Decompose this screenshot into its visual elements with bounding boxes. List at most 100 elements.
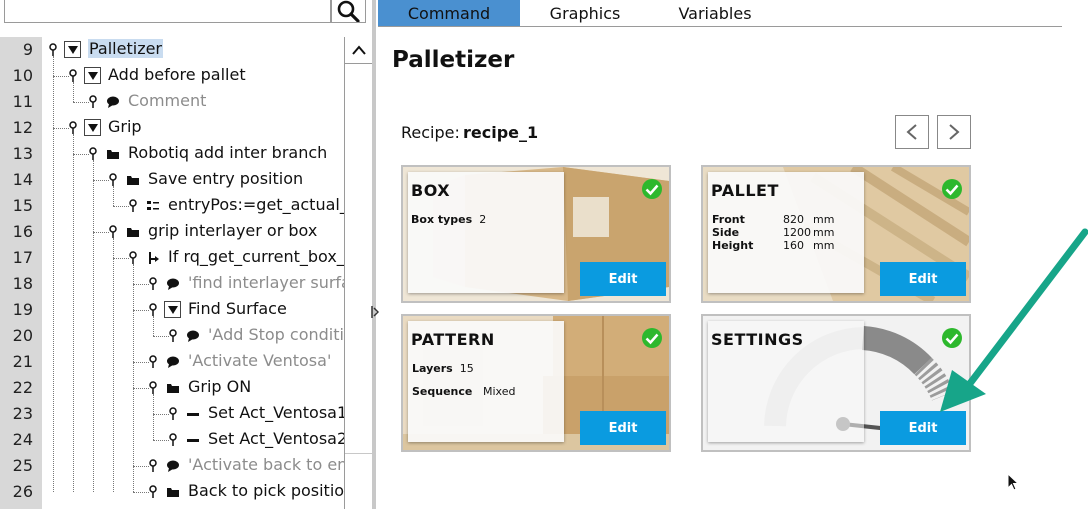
breakpoint-pin-icon[interactable] xyxy=(128,251,138,265)
box-types-prop: Box types 2 xyxy=(411,213,487,226)
pallet-front-value: 820 xyxy=(783,213,804,226)
chevron-left-icon xyxy=(906,124,917,140)
tree-connector xyxy=(133,310,149,311)
breakpoint-pin-icon[interactable] xyxy=(88,95,98,109)
annotation-arrow-icon xyxy=(940,228,1088,412)
recipe-label: Recipe: xyxy=(401,123,460,142)
breakpoint-pin-icon[interactable] xyxy=(148,355,158,369)
tree-node-label[interactable]: 'Activate Ventosa' xyxy=(188,351,331,370)
tab-command[interactable]: Command xyxy=(378,0,520,26)
tree-guide-line xyxy=(153,394,154,440)
node-label-text: Back to pick position xyxy=(188,481,344,500)
set-icon xyxy=(184,405,201,422)
tree-node-label[interactable]: grip interlayer or box xyxy=(148,221,317,240)
node-label-text: 'Activate back to ent xyxy=(188,455,344,474)
check-circle-icon xyxy=(642,179,662,199)
tree-node-label[interactable]: Add before pallet xyxy=(108,65,246,84)
line-number: 19 xyxy=(12,300,33,319)
tree-node-label[interactable]: Find Surface xyxy=(188,299,287,318)
node-label-text: Find Surface xyxy=(188,299,287,318)
line-number: 26 xyxy=(12,482,33,501)
page-title: Palletizer xyxy=(392,47,515,73)
tree-node-label[interactable]: If rq_get_current_box_ xyxy=(168,247,344,266)
breakpoint-pin-icon[interactable] xyxy=(88,147,98,161)
pattern-sequence-value: Mixed xyxy=(483,385,516,398)
node-label-text: Set Act_Ventosa2 xyxy=(208,429,344,448)
tab-graphics[interactable]: Graphics xyxy=(520,0,650,26)
box-edit-button[interactable]: Edit xyxy=(580,262,666,296)
node-label-text: If rq_get_current_box_ xyxy=(168,247,344,266)
collapse-toggle[interactable] xyxy=(84,67,101,84)
tree-node-label[interactable]: Back to pick position xyxy=(188,481,344,500)
prev-recipe-button[interactable] xyxy=(895,115,929,149)
line-number: 24 xyxy=(12,430,33,449)
scroll-up-button[interactable] xyxy=(345,37,372,64)
pallet-side-unit: mm xyxy=(813,226,835,239)
tree-node-label[interactable]: Set Act_Ventosa2 xyxy=(208,429,344,448)
node-label-text: 'Add Stop conditic xyxy=(208,325,344,344)
breakpoint-pin-icon[interactable] xyxy=(148,485,158,499)
tree-node-label[interactable]: Grip xyxy=(108,117,142,136)
tree-node-label[interactable]: 'find interlayer surfa xyxy=(188,273,344,292)
line-number: 12 xyxy=(12,118,33,137)
node-label-text: 'Activate Ventosa' xyxy=(188,351,332,370)
tree-node-label[interactable]: Grip ON xyxy=(188,377,251,396)
breakpoint-pin-icon[interactable] xyxy=(168,329,178,343)
search-button[interactable] xyxy=(331,0,366,23)
tree-connector xyxy=(153,440,169,441)
folder-icon xyxy=(164,379,181,396)
breakpoint-pin-icon[interactable] xyxy=(68,69,78,83)
node-label-text: grip interlayer or box xyxy=(148,221,318,240)
line-number: 22 xyxy=(12,378,33,397)
if-icon xyxy=(144,249,161,266)
pallet-height-prop: Height xyxy=(712,239,754,252)
tree-node-label[interactable]: entryPos:=get_actual_t xyxy=(168,195,344,214)
pattern-edit-button[interactable]: Edit xyxy=(580,411,666,445)
breakpoint-pin-icon[interactable] xyxy=(48,43,58,57)
tree-connector xyxy=(93,232,109,233)
program-tree: Palletizer Add before pallet Comment Grip Ro… xyxy=(42,37,344,509)
line-number: 18 xyxy=(12,274,33,293)
collapse-toggle[interactable] xyxy=(64,41,81,58)
breakpoint-pin-icon[interactable] xyxy=(148,303,158,317)
tree-search-input[interactable] xyxy=(4,0,331,23)
tree-node-label[interactable]: Save entry position xyxy=(148,169,303,188)
comment-icon xyxy=(184,327,201,344)
tree-node-label[interactable]: 'Activate back to ent xyxy=(188,455,344,474)
collapse-toggle[interactable] xyxy=(164,301,181,318)
tree-guide-line xyxy=(73,134,74,492)
scroll-thumb[interactable] xyxy=(345,66,372,454)
line-number: 16 xyxy=(12,222,33,241)
folder-icon xyxy=(124,171,141,188)
line-number: 10 xyxy=(12,66,33,85)
breakpoint-pin-icon[interactable] xyxy=(168,407,178,421)
check-circle-icon xyxy=(942,179,962,199)
breakpoint-pin-icon[interactable] xyxy=(108,225,118,239)
tree-connector xyxy=(153,414,169,415)
tree-node-label[interactable]: Robotiq add inter branch xyxy=(128,143,327,162)
tree-guide-line xyxy=(73,82,74,102)
tree-connector xyxy=(93,180,109,181)
tree-node-label[interactable]: 'Add Stop conditic xyxy=(208,325,344,344)
next-recipe-button[interactable] xyxy=(937,115,971,149)
node-label-text: Robotiq add inter branch xyxy=(128,143,328,162)
tab-variables[interactable]: Variables xyxy=(650,0,780,26)
tree-scrollbar[interactable] xyxy=(344,37,372,509)
tree-guide-line xyxy=(53,56,54,492)
breakpoint-pin-icon[interactable] xyxy=(68,121,78,135)
breakpoint-pin-icon[interactable] xyxy=(128,199,138,213)
tree-node-label[interactable]: Palletizer xyxy=(88,39,164,58)
breakpoint-pin-icon[interactable] xyxy=(148,381,158,395)
node-label-text: Grip xyxy=(108,117,142,136)
breakpoint-pin-icon[interactable] xyxy=(148,277,158,291)
tree-node-label[interactable]: Set Act_Ventosa1 xyxy=(208,403,344,422)
tree-node-label[interactable]: Comment xyxy=(128,91,206,110)
collapse-toggle[interactable] xyxy=(84,119,101,136)
breakpoint-pin-icon[interactable] xyxy=(168,433,178,447)
panel-divider[interactable] xyxy=(372,0,376,509)
divider-handle-icon[interactable] xyxy=(371,305,379,319)
pallet-side-prop: Side xyxy=(712,226,740,239)
breakpoint-pin-icon[interactable] xyxy=(108,173,118,187)
pallet-title: PALLET xyxy=(711,181,779,200)
breakpoint-pin-icon[interactable] xyxy=(148,459,158,473)
